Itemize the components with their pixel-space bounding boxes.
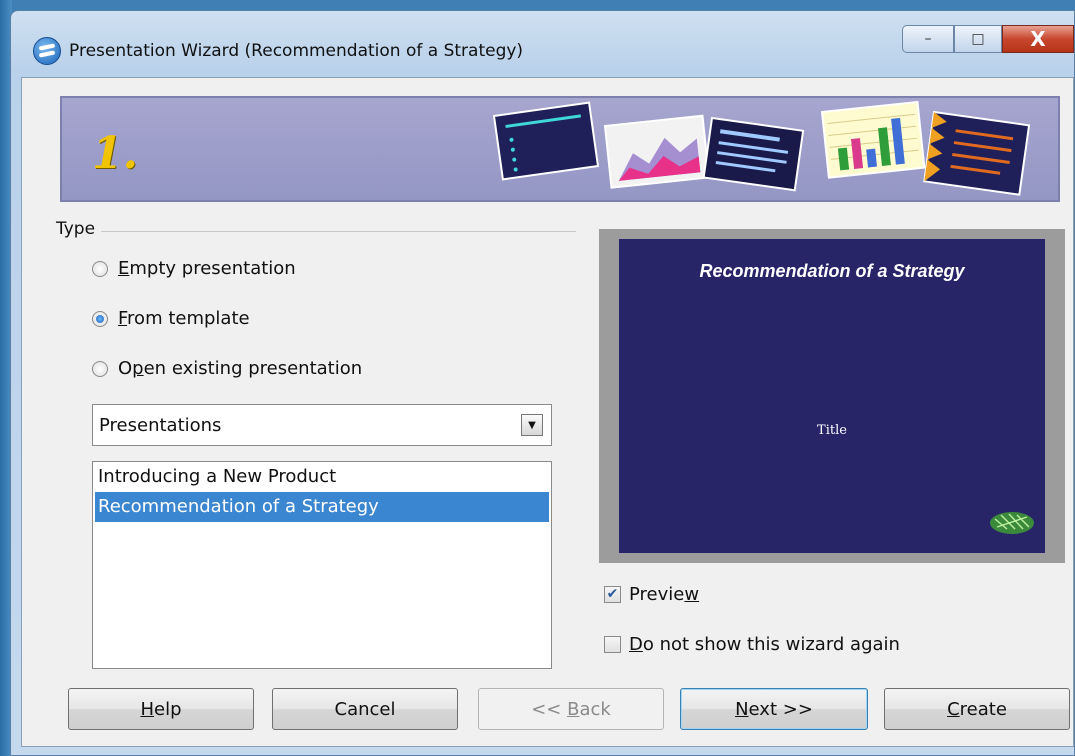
dialog-client-area: 1. Type Empty presentation From template… xyxy=(21,77,1074,747)
template-category-value: Presentations xyxy=(99,415,222,436)
help-button[interactable]: Help xyxy=(68,688,254,730)
wizard-banner: 1. xyxy=(60,96,1060,202)
next-button[interactable]: Next >> xyxy=(680,688,868,730)
radio-open-label: Open existing presentation xyxy=(118,358,363,379)
next-button-label: Next >> xyxy=(735,698,813,720)
close-icon: X xyxy=(1030,27,1046,51)
preview-slide-subtitle: Title xyxy=(817,423,847,438)
close-button[interactable]: X xyxy=(1002,25,1074,53)
caption-buttons: – □ X xyxy=(902,25,1074,55)
dont-show-checkbox[interactable] xyxy=(604,636,621,653)
template-list[interactable]: Introducing a New Product Recommendation… xyxy=(92,461,552,669)
slide-outline-icon xyxy=(492,101,600,181)
slide-bullets-icon xyxy=(702,116,805,192)
create-button-label: Create xyxy=(947,698,1007,720)
app-icon[interactable] xyxy=(33,37,61,65)
template-category-select[interactable]: Presentations ▼ xyxy=(92,404,552,446)
list-item-selected[interactable]: Recommendation of a Strategy xyxy=(95,492,549,522)
minimize-button[interactable]: – xyxy=(902,25,954,53)
slide-bar-chart-icon xyxy=(820,100,926,179)
preview-checkbox-row[interactable]: ✔ Preview xyxy=(604,584,699,605)
radio-empty-presentation[interactable]: Empty presentation xyxy=(92,258,296,279)
preview-checkbox-label: Preview xyxy=(629,584,700,605)
radio-open-existing[interactable]: Open existing presentation xyxy=(92,358,362,379)
title-bar[interactable]: Presentation Wizard (Recommendation of a… xyxy=(11,11,1074,83)
dont-show-checkbox-label: Do not show this wizard again xyxy=(629,634,900,655)
back-button-label: << Back xyxy=(531,698,611,720)
maximize-button[interactable]: □ xyxy=(954,25,1002,53)
chevron-down-icon[interactable]: ▼ xyxy=(521,414,543,436)
radio-template-indicator[interactable] xyxy=(92,310,108,327)
create-button[interactable]: Create xyxy=(884,688,1070,730)
banner-slides-illustration xyxy=(492,100,1031,196)
minimize-icon: – xyxy=(924,31,932,47)
radio-empty-label: Empty presentation xyxy=(118,258,296,279)
slide-notes-icon xyxy=(923,110,1031,196)
type-group-divider xyxy=(56,231,576,232)
window-title: Presentation Wizard (Recommendation of a… xyxy=(69,41,524,61)
radio-empty-indicator[interactable] xyxy=(92,260,108,277)
preview-slide-title: Recommendation of a Strategy xyxy=(699,261,965,281)
back-button[interactable]: << Back xyxy=(478,688,664,730)
dont-show-checkbox-row[interactable]: Do not show this wizard again xyxy=(604,634,900,655)
cancel-button[interactable]: Cancel xyxy=(272,688,458,730)
preview-frame: Recommendation of a Strategy Title xyxy=(599,229,1065,563)
list-item[interactable]: Introducing a New Product xyxy=(93,462,551,492)
help-button-label: Help xyxy=(140,698,182,720)
cancel-button-label: Cancel xyxy=(334,698,396,720)
radio-template-label: From template xyxy=(118,308,250,329)
radio-from-template[interactable]: From template xyxy=(92,308,250,329)
preview-decoration-icon xyxy=(990,512,1034,534)
preview-checkbox[interactable]: ✔ xyxy=(604,586,621,603)
wizard-window: Presentation Wizard (Recommendation of a… xyxy=(10,10,1075,756)
radio-open-indicator[interactable] xyxy=(92,360,108,377)
preview-slide: Recommendation of a Strategy Title xyxy=(619,239,1045,553)
maximize-icon: □ xyxy=(971,31,985,47)
type-group-label: Type xyxy=(56,219,102,239)
slide-area-chart-icon xyxy=(603,114,711,189)
